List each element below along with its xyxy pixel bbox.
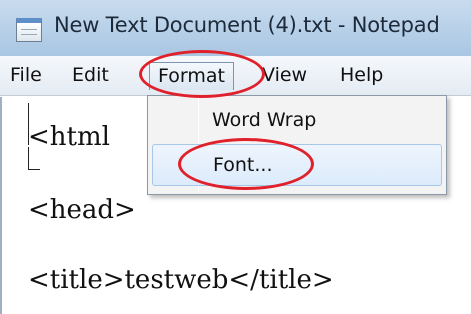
format-dropdown-menu: Word Wrap Font... <box>147 95 447 195</box>
menu-format[interactable]: Format <box>149 62 234 90</box>
menu-help[interactable]: Help <box>340 62 383 90</box>
text-caret-foot <box>28 169 40 170</box>
menu-view[interactable]: View <box>262 62 307 90</box>
window-title: New Text Document (4).txt - Notepad <box>54 13 440 37</box>
title-bar: New Text Document (4).txt - Notepad <box>0 0 471 56</box>
menu-bar: File Edit Format View Help <box>0 56 471 96</box>
editor-line: <head> <box>28 195 136 225</box>
menu-item-word-wrap[interactable]: Word Wrap <box>152 100 442 142</box>
editor-line: <title>testweb</title> <box>28 265 334 295</box>
menu-file[interactable]: File <box>10 62 42 90</box>
menu-item-font[interactable]: Font... <box>152 144 442 186</box>
menu-edit[interactable]: Edit <box>72 62 109 90</box>
notepad-icon <box>16 18 42 42</box>
editor-line: <html <box>28 122 110 152</box>
